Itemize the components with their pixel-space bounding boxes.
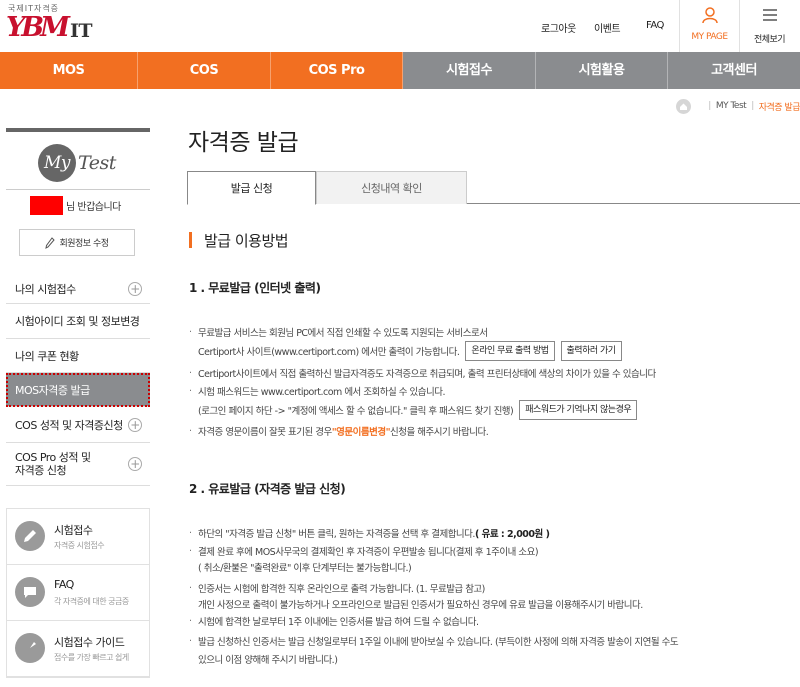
quick-guide[interactable]: 시험접수 가이드 접수를 가장 빠르고 쉽게 bbox=[7, 621, 149, 677]
chat-icon bbox=[15, 577, 45, 607]
nav-cos[interactable]: COS bbox=[138, 52, 271, 89]
mypage-button[interactable]: MY PAGE bbox=[679, 0, 739, 52]
edit-profile-label: 회원정보 수정 bbox=[59, 239, 109, 249]
hamburger-icon bbox=[763, 9, 777, 21]
mypage-label: MY PAGE bbox=[691, 32, 728, 42]
view-all-button[interactable]: 전체보기 bbox=[739, 0, 799, 52]
tabs: 발급 신청 신청내역 확인 bbox=[187, 171, 800, 205]
forgot-password-button[interactable]: 패스워드가 기억나지 않는경우 bbox=[519, 400, 638, 420]
paid-line-2: · 결제 완료 후에 MOS사무국의 결제확인 후 자격증이 우편발송 됩니다(결… bbox=[189, 545, 539, 559]
section-title: 발급 이용방법 bbox=[189, 230, 289, 251]
quick-title: 시험접수 bbox=[54, 524, 93, 537]
paid-line-3b: 개인 사정으로 출력이 불가능하거나 오프라인으로 발급된 인증서가 필요하신 … bbox=[198, 600, 643, 611]
menu-label: 나의 쿠폰 현황 bbox=[15, 349, 79, 363]
menu-label: COS Pro 성적 및 자격증 신청 bbox=[15, 451, 91, 477]
view-all-label: 전체보기 bbox=[753, 35, 786, 45]
menu-label: MOS자격증 발급 bbox=[15, 383, 90, 397]
free-line-1: · 무료발급 서비스는 회원님 PC에서 직접 인쇄할 수 있도록 지원되는 서비… bbox=[189, 326, 488, 340]
paid-line-5: · 발급 신청하신 인증서는 발급 신청일로부터 1주일 이내에 받아보실 수 있… bbox=[189, 635, 679, 649]
breadcrumb: | MY Test | 자격증 발급 bbox=[676, 98, 800, 114]
nav-customer-center[interactable]: 고객센터 bbox=[668, 52, 800, 89]
site-header: 국제IT자격증 YBM IT 로그아웃 이벤트 FAQ MY PAGE 전체보기 bbox=[0, 0, 800, 52]
free-line-3b: (로그인 페이지 하단 -> "계정에 액세스 할 수 없습니다." 클릭 후 … bbox=[198, 400, 638, 420]
free-line-2: · Certiport사이트에서 직접 출력하신 발급자격증도 자격증으로 취급되… bbox=[189, 367, 656, 381]
breadcrumb-current: 자격증 발급 bbox=[758, 102, 800, 113]
breadcrumb-separator: | bbox=[708, 101, 711, 111]
event-link[interactable]: 이벤트 bbox=[594, 20, 621, 35]
online-print-method-button[interactable]: 온라인 무료 출력 방법 bbox=[465, 341, 555, 361]
paid-issue-heading: 2 . 유료발급 (자격증 발급 신청) bbox=[189, 482, 346, 496]
quick-desc: 접수를 가장 빠르고 쉽게 bbox=[54, 653, 129, 662]
nav-exam-use[interactable]: 시험활용 bbox=[536, 52, 668, 89]
free-issue-heading: 1 . 무료발급 (인터넷 출력) bbox=[189, 281, 321, 295]
quick-desc: 각 자격증에 대한 궁금증 bbox=[54, 597, 129, 606]
faq-link[interactable]: FAQ bbox=[646, 20, 664, 31]
site-logo[interactable]: YBM IT bbox=[6, 12, 93, 43]
menu-label: 시험아이디 조회 및 정보변경 bbox=[15, 315, 140, 328]
menu-exam-id[interactable]: 시험아이디 조회 및 정보변경 bbox=[6, 304, 150, 339]
redacted-username bbox=[30, 196, 63, 215]
menu-mos-certificate[interactable]: MOS자격증 발급 bbox=[6, 373, 150, 407]
free-line-1b: Certiport사 사이트(www.certiport.com) 에서만 출력… bbox=[198, 341, 622, 361]
pencil-icon bbox=[15, 521, 45, 551]
pencil-icon bbox=[45, 236, 56, 249]
compass-icon bbox=[15, 633, 45, 663]
menu-cospro-score[interactable]: COS Pro 성적 및 자격증 신청 + bbox=[6, 443, 150, 486]
mytest-logo-box: My Test bbox=[6, 128, 150, 190]
quick-title: FAQ bbox=[54, 578, 74, 591]
logout-link[interactable]: 로그아웃 bbox=[541, 20, 576, 35]
edit-profile-button[interactable]: 회원정보 수정 bbox=[19, 229, 135, 256]
paid-line-3: · 인증서는 시험에 합격한 직후 온라인으로 출력 가능합니다. (1. 무료발… bbox=[189, 582, 485, 596]
menu-coupon[interactable]: 나의 쿠폰 현황 bbox=[6, 339, 150, 373]
logo-ybm: YBM bbox=[6, 12, 70, 43]
tab-request-history[interactable]: 신청내역 확인 bbox=[316, 171, 467, 204]
breadcrumb-mytest[interactable]: MY Test bbox=[716, 101, 747, 111]
quick-desc: 자격증 시험접수 bbox=[54, 541, 105, 550]
nav-cos-pro[interactable]: COS Pro bbox=[271, 52, 403, 89]
plus-icon[interactable]: + bbox=[128, 457, 142, 471]
home-icon[interactable] bbox=[676, 98, 692, 114]
logo-it: IT bbox=[69, 20, 93, 42]
go-print-button[interactable]: 출력하러 가기 bbox=[560, 341, 622, 361]
plus-icon[interactable]: + bbox=[128, 417, 142, 432]
page-title: 자격증 발급 bbox=[188, 130, 299, 156]
mytest-my: My bbox=[38, 144, 76, 182]
main-nav: MOS COS COS Pro 시험접수 시험활용 고객센터 bbox=[0, 52, 800, 89]
paid-line-1: · 하단의 "자격증 발급 신청" 버튼 클릭, 원하는 자격증을 선택 후 결제… bbox=[189, 527, 550, 541]
sidebar: My Test 님 반갑습니다 회원정보 수정 나의 시험접수 + 시험아이디 … bbox=[6, 128, 150, 678]
mytest-menu: 나의 시험접수 + 시험아이디 조회 및 정보변경 나의 쿠폰 현황 MOS자격… bbox=[6, 274, 150, 486]
nav-mos[interactable]: MOS bbox=[0, 52, 138, 89]
welcome-text: 님 반갑습니다 bbox=[66, 202, 121, 213]
user-icon bbox=[702, 7, 718, 24]
mytest-logo: My Test bbox=[38, 144, 116, 182]
plus-icon[interactable]: + bbox=[128, 281, 142, 296]
english-name-change-link[interactable]: "영문이름변경" bbox=[332, 424, 391, 438]
menu-label: COS 성적 및 자격증신청 bbox=[15, 418, 123, 432]
free-line-3: · 시험 패스워드는 www.certiport.com 에서 조회하실 수 있습… bbox=[189, 385, 446, 399]
quick-title: 시험접수 가이드 bbox=[54, 636, 125, 649]
menu-cos-score[interactable]: COS 성적 및 자격증신청 + bbox=[6, 407, 150, 443]
mytest-test: Test bbox=[78, 152, 116, 174]
free-line-4: · 자격증 영문이름이 잘못 표기된 경우 "영문이름변경" 신청을 해주시기 바… bbox=[189, 424, 489, 439]
quick-faq[interactable]: FAQ 각 자격증에 대한 궁금증 bbox=[7, 565, 149, 621]
paid-line-5b: 있으니 이점 양해해 주시기 바랍니다.) bbox=[198, 655, 338, 666]
paid-line-2b: ( 취소/환불은 "출력완료" 이후 단계부터는 불가능합니다.) bbox=[198, 563, 412, 574]
menu-label: 나의 시험접수 bbox=[15, 282, 76, 296]
paid-line-4: · 시험에 합격한 날로부터 1주 이내에는 인증서를 발급 하여 드릴 수 없습… bbox=[189, 615, 479, 629]
quick-links: 시험접수 자격증 시험접수 FAQ 각 자격증에 대한 궁금증 시험접수 가이드… bbox=[6, 508, 150, 678]
quick-exam-register[interactable]: 시험접수 자격증 시험접수 bbox=[7, 509, 149, 565]
nav-exam-register[interactable]: 시험접수 bbox=[403, 52, 536, 89]
tab-issue-request[interactable]: 발급 신청 bbox=[187, 171, 316, 205]
welcome-message: 님 반갑습니다 bbox=[30, 196, 121, 215]
breadcrumb-separator: | bbox=[751, 101, 754, 111]
menu-my-exam-register[interactable]: 나의 시험접수 + bbox=[6, 274, 150, 304]
